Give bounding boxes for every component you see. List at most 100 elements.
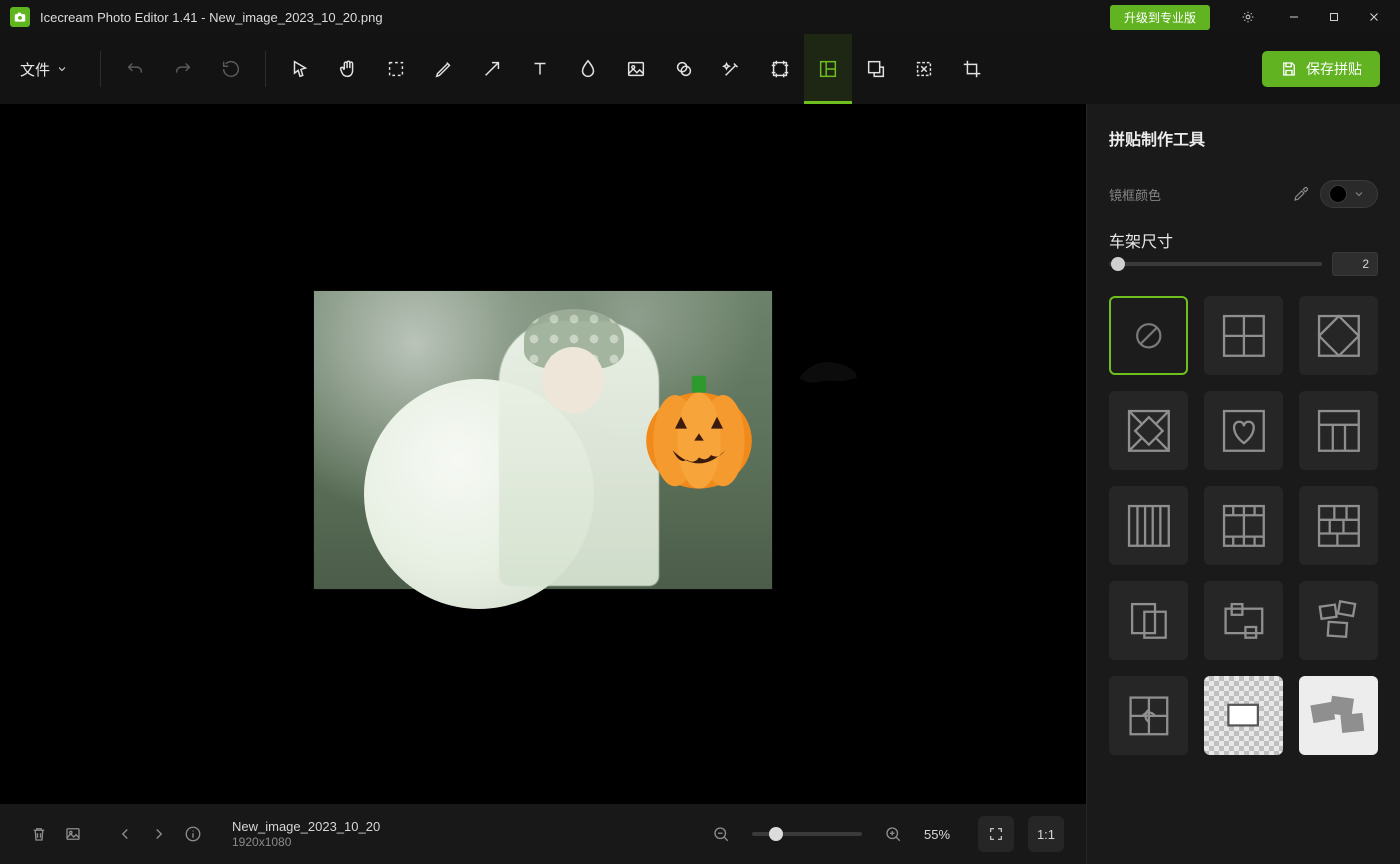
layout-t[interactable]: [1299, 391, 1378, 470]
zoom-slider[interactable]: [752, 832, 862, 836]
frame-color-row: 镜框颜色: [1109, 180, 1378, 208]
cursor-icon: [289, 58, 311, 80]
layout-bricks[interactable]: [1299, 486, 1378, 565]
next-button[interactable]: [142, 817, 176, 851]
redo-icon: [172, 58, 194, 80]
layout-filmstrip[interactable]: [1204, 486, 1283, 565]
zoom-in-button[interactable]: [876, 817, 910, 851]
redo-button[interactable]: [159, 34, 207, 104]
save-icon: [1280, 60, 1298, 78]
blur-tool[interactable]: [564, 34, 612, 104]
canvas-image[interactable]: [314, 291, 772, 589]
marquee-tool[interactable]: [372, 34, 420, 104]
info-button[interactable]: [176, 817, 210, 851]
actual-size-button[interactable]: 1:1: [1028, 816, 1064, 852]
zoom-out-button[interactable]: [704, 817, 738, 851]
transform-tool[interactable]: [900, 34, 948, 104]
layout-none[interactable]: [1109, 296, 1188, 375]
frame-color-dropdown[interactable]: [1320, 180, 1378, 208]
reset-button[interactable]: [207, 34, 255, 104]
canvas-viewport[interactable]: [0, 104, 1086, 804]
collage-tool[interactable]: [804, 34, 852, 104]
eyedropper-icon: [1292, 185, 1310, 203]
adjust-tool[interactable]: [660, 34, 708, 104]
delete-button[interactable]: [22, 817, 56, 851]
reset-icon: [220, 58, 242, 80]
pencil-icon: [433, 58, 455, 80]
pumpkin-sticker[interactable]: [634, 371, 764, 491]
slider-knob[interactable]: [769, 827, 783, 841]
title-bar: Icecream Photo Editor 1.41 - New_image_2…: [0, 0, 1400, 34]
undo-icon: [124, 58, 146, 80]
layout-checker-card[interactable]: [1204, 676, 1283, 755]
layout-scatter[interactable]: [1299, 581, 1378, 660]
toolbar-divider: [100, 51, 101, 87]
zoom-out-icon: [712, 825, 730, 843]
frame-tool[interactable]: [756, 34, 804, 104]
layout-diamond[interactable]: [1299, 296, 1378, 375]
frame-icon: [769, 58, 791, 80]
overlap-circles-icon: [673, 58, 695, 80]
brush-stroke: [794, 351, 864, 391]
window-maximize-button[interactable]: [1314, 0, 1354, 34]
frame-size-value[interactable]: 2: [1332, 252, 1378, 276]
save-collage-button[interactable]: 保存拼贴: [1262, 51, 1380, 87]
magic-tool[interactable]: [708, 34, 756, 104]
upgrade-button[interactable]: 升级到专业版: [1110, 5, 1210, 30]
layout-grid: [1109, 296, 1378, 755]
wand-icon: [721, 58, 743, 80]
layout-diamond-corners[interactable]: [1109, 391, 1188, 470]
one-to-one-label: 1:1: [1037, 827, 1055, 842]
frame-color-label: 镜框颜色: [1109, 185, 1161, 204]
layout-overlap-2[interactable]: [1204, 581, 1283, 660]
layout-overlap-1[interactable]: [1109, 581, 1188, 660]
save-button-label: 保存拼贴: [1306, 59, 1362, 79]
layout-ribbon-grid[interactable]: [1109, 676, 1188, 755]
status-bar: New_image_2023_10_20 1920x1080 55% 1:1: [0, 804, 1086, 864]
collage-side-panel: 拼贴制作工具 镜框颜色 车架尺寸 2: [1086, 104, 1400, 864]
hand-tool[interactable]: [324, 34, 372, 104]
file-menu[interactable]: 文件: [20, 59, 68, 80]
chevron-right-icon: [150, 825, 168, 843]
prev-button[interactable]: [108, 817, 142, 851]
frame-size-label: 车架尺寸: [1109, 234, 1173, 251]
transform-icon: [913, 58, 935, 80]
layout-columns[interactable]: [1109, 486, 1188, 565]
file-menu-label: 文件: [20, 59, 50, 80]
slider-knob[interactable]: [1111, 257, 1125, 271]
info-icon: [184, 825, 202, 843]
droplet-icon: [577, 58, 599, 80]
chevron-down-icon: [1353, 188, 1365, 200]
layout-checker-scatter[interactable]: [1299, 676, 1378, 755]
crop-icon: [961, 58, 983, 80]
panel-title: 拼贴制作工具: [1109, 126, 1378, 150]
fit-screen-button[interactable]: [978, 816, 1014, 852]
collage-icon: [817, 58, 839, 80]
frame-size-slider[interactable]: [1109, 262, 1322, 266]
chevron-left-icon: [116, 825, 134, 843]
layout-heart[interactable]: [1204, 391, 1283, 470]
arrow-tool[interactable]: [468, 34, 516, 104]
undo-button[interactable]: [111, 34, 159, 104]
image-tool[interactable]: [612, 34, 660, 104]
chevron-down-icon: [56, 63, 68, 75]
pencil-tool[interactable]: [420, 34, 468, 104]
hand-icon: [337, 58, 359, 80]
resize-tool[interactable]: [852, 34, 900, 104]
text-tool[interactable]: [516, 34, 564, 104]
crop-tool[interactable]: [948, 34, 996, 104]
document-name: New_image_2023_10_20.png: [209, 10, 382, 25]
zoom-in-icon: [884, 825, 902, 843]
window-minimize-button[interactable]: [1274, 0, 1314, 34]
file-name: New_image_2023_10_20: [232, 819, 380, 835]
eyedropper-button[interactable]: [1292, 185, 1310, 203]
pointer-tool[interactable]: [276, 34, 324, 104]
file-dimensions: 1920x1080: [232, 835, 380, 849]
window-close-button[interactable]: [1354, 0, 1394, 34]
gallery-button[interactable]: [56, 817, 90, 851]
text-icon: [529, 58, 551, 80]
toolbar-divider: [265, 51, 266, 87]
resize-icon: [865, 58, 887, 80]
layout-grid-2x2[interactable]: [1204, 296, 1283, 375]
settings-button[interactable]: [1228, 0, 1268, 34]
